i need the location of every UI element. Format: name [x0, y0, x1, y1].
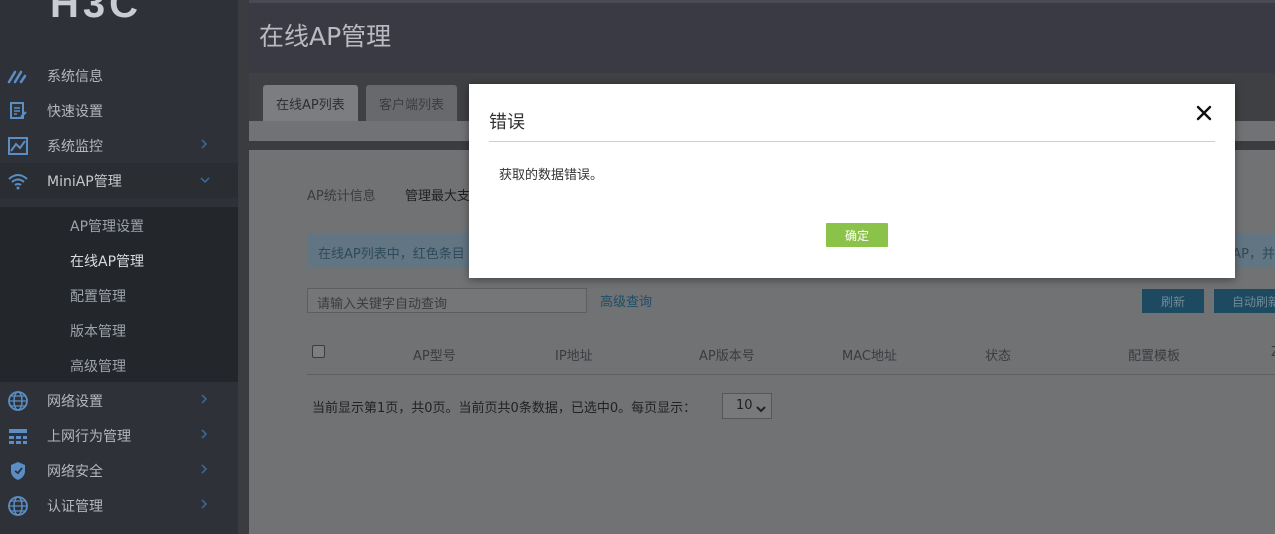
sidebar-submenu: AP管理设置 在线AP管理 配置管理 版本管理 高级管理: [0, 207, 238, 382]
select-all-checkbox[interactable]: [312, 345, 325, 358]
sidebar-item-behavior[interactable]: 上网行为管理: [0, 418, 238, 453]
column-header-truncated[interactable]: Z: [1271, 345, 1275, 360]
sidebar-item-quick-setup[interactable]: 快速设置: [0, 93, 238, 128]
sidebar-item-label: 网络安全: [47, 463, 103, 480]
advanced-search-link[interactable]: 高级查询: [600, 291, 652, 310]
sidebar-item-label: 网络设置: [47, 393, 103, 410]
close-icon[interactable]: [1194, 103, 1214, 123]
column-header-ap-version[interactable]: AP版本号: [699, 345, 755, 364]
table-header-divider: [307, 374, 1275, 375]
shield-icon: [6, 459, 30, 483]
sidebar-item-auth[interactable]: 认证管理: [0, 488, 238, 523]
sidebar-subitem-config[interactable]: 配置管理: [70, 286, 126, 306]
sidebar-item-label: 系统信息: [47, 68, 103, 85]
auto-refresh-button[interactable]: 自动刷新: [1214, 289, 1275, 313]
tab-online-ap-list[interactable]: 在线AP列表: [263, 85, 358, 121]
sidebar-item-security[interactable]: 网络安全: [0, 453, 238, 488]
sidebar-item-system-monitor[interactable]: 系统监控: [0, 128, 238, 163]
page-header: 在线AP管理: [249, 0, 1275, 73]
page-title: 在线AP管理: [259, 22, 392, 51]
sidebar-subitem-advanced[interactable]: 高级管理: [70, 356, 126, 376]
confirm-button[interactable]: 确定: [826, 223, 888, 247]
ap-stats-label: AP统计信息: [307, 189, 376, 204]
chevron-down-icon: [756, 402, 766, 417]
search-input[interactable]: 请输入关键字自动查询: [307, 288, 587, 313]
chevron-right-icon: [199, 428, 209, 444]
page-size-select[interactable]: 10: [722, 393, 772, 419]
column-header-mac[interactable]: MAC地址: [842, 345, 897, 364]
chevron-right-icon: [199, 393, 209, 409]
network-tree-icon: [6, 424, 30, 448]
sidebar-item-label: 快速设置: [47, 103, 103, 120]
column-header-ip[interactable]: IP地址: [555, 345, 593, 364]
dialog-message: 获取的数据错误。: [499, 168, 604, 183]
chevron-right-icon: [199, 463, 209, 479]
info-bar-text: 在线AP列表中，红色条目: [318, 247, 465, 262]
column-header-config-template[interactable]: 配置模板: [1128, 345, 1180, 364]
dialog-divider: [489, 141, 1215, 142]
sidebar-item-miniap[interactable]: MiniAP管理: [0, 163, 238, 198]
sidebar-item-label: MiniAP管理: [47, 173, 122, 190]
sidebar-subitem-ap-settings[interactable]: AP管理设置: [70, 216, 144, 236]
page-size-value: 10: [736, 398, 753, 413]
ap-stats-value: 管理最大支: [405, 189, 471, 204]
sidebar-item-label: 上网行为管理: [47, 428, 131, 445]
chevron-down-icon: [199, 173, 211, 189]
sidebar-item-label: 系统监控: [47, 138, 103, 155]
chevron-right-icon: [199, 498, 209, 514]
tab-client-list[interactable]: 客户端列表: [366, 85, 458, 121]
edit-doc-icon: [6, 99, 30, 123]
sidebar-item-system-info[interactable]: 系统信息: [0, 58, 238, 93]
gauge-icon: [6, 64, 30, 88]
monitor-chart-icon: [6, 134, 30, 158]
info-bar-text-right: AP，并: [1232, 247, 1275, 262]
wifi-icon: [6, 169, 30, 193]
sidebar-subitem-online-ap[interactable]: 在线AP管理: [70, 251, 144, 271]
column-header-ap-model[interactable]: AP型号: [413, 345, 456, 364]
column-header-status[interactable]: 状态: [985, 345, 1011, 364]
refresh-button[interactable]: 刷新: [1142, 289, 1204, 313]
sidebar-item-label: 认证管理: [47, 498, 103, 515]
dialog-title: 错误: [489, 112, 525, 133]
globe-icon: [6, 389, 30, 413]
chevron-right-icon: [199, 138, 209, 154]
sidebar-subitem-version[interactable]: 版本管理: [70, 321, 126, 341]
error-dialog: 错误 获取的数据错误。 确定: [469, 84, 1235, 278]
sidebar-item-network[interactable]: 网络设置: [0, 383, 238, 418]
h3c-logo: H3C: [50, 0, 143, 26]
sidebar: H3C 系统信息 快速设置 系统监控 MiniAP管理 AP管理设置 在线AP管…: [0, 0, 238, 534]
globe-icon: [6, 494, 30, 518]
pager-text: 当前显示第1页，共0页。当前页共0条数据，已选中0。每页显示：: [312, 401, 697, 416]
